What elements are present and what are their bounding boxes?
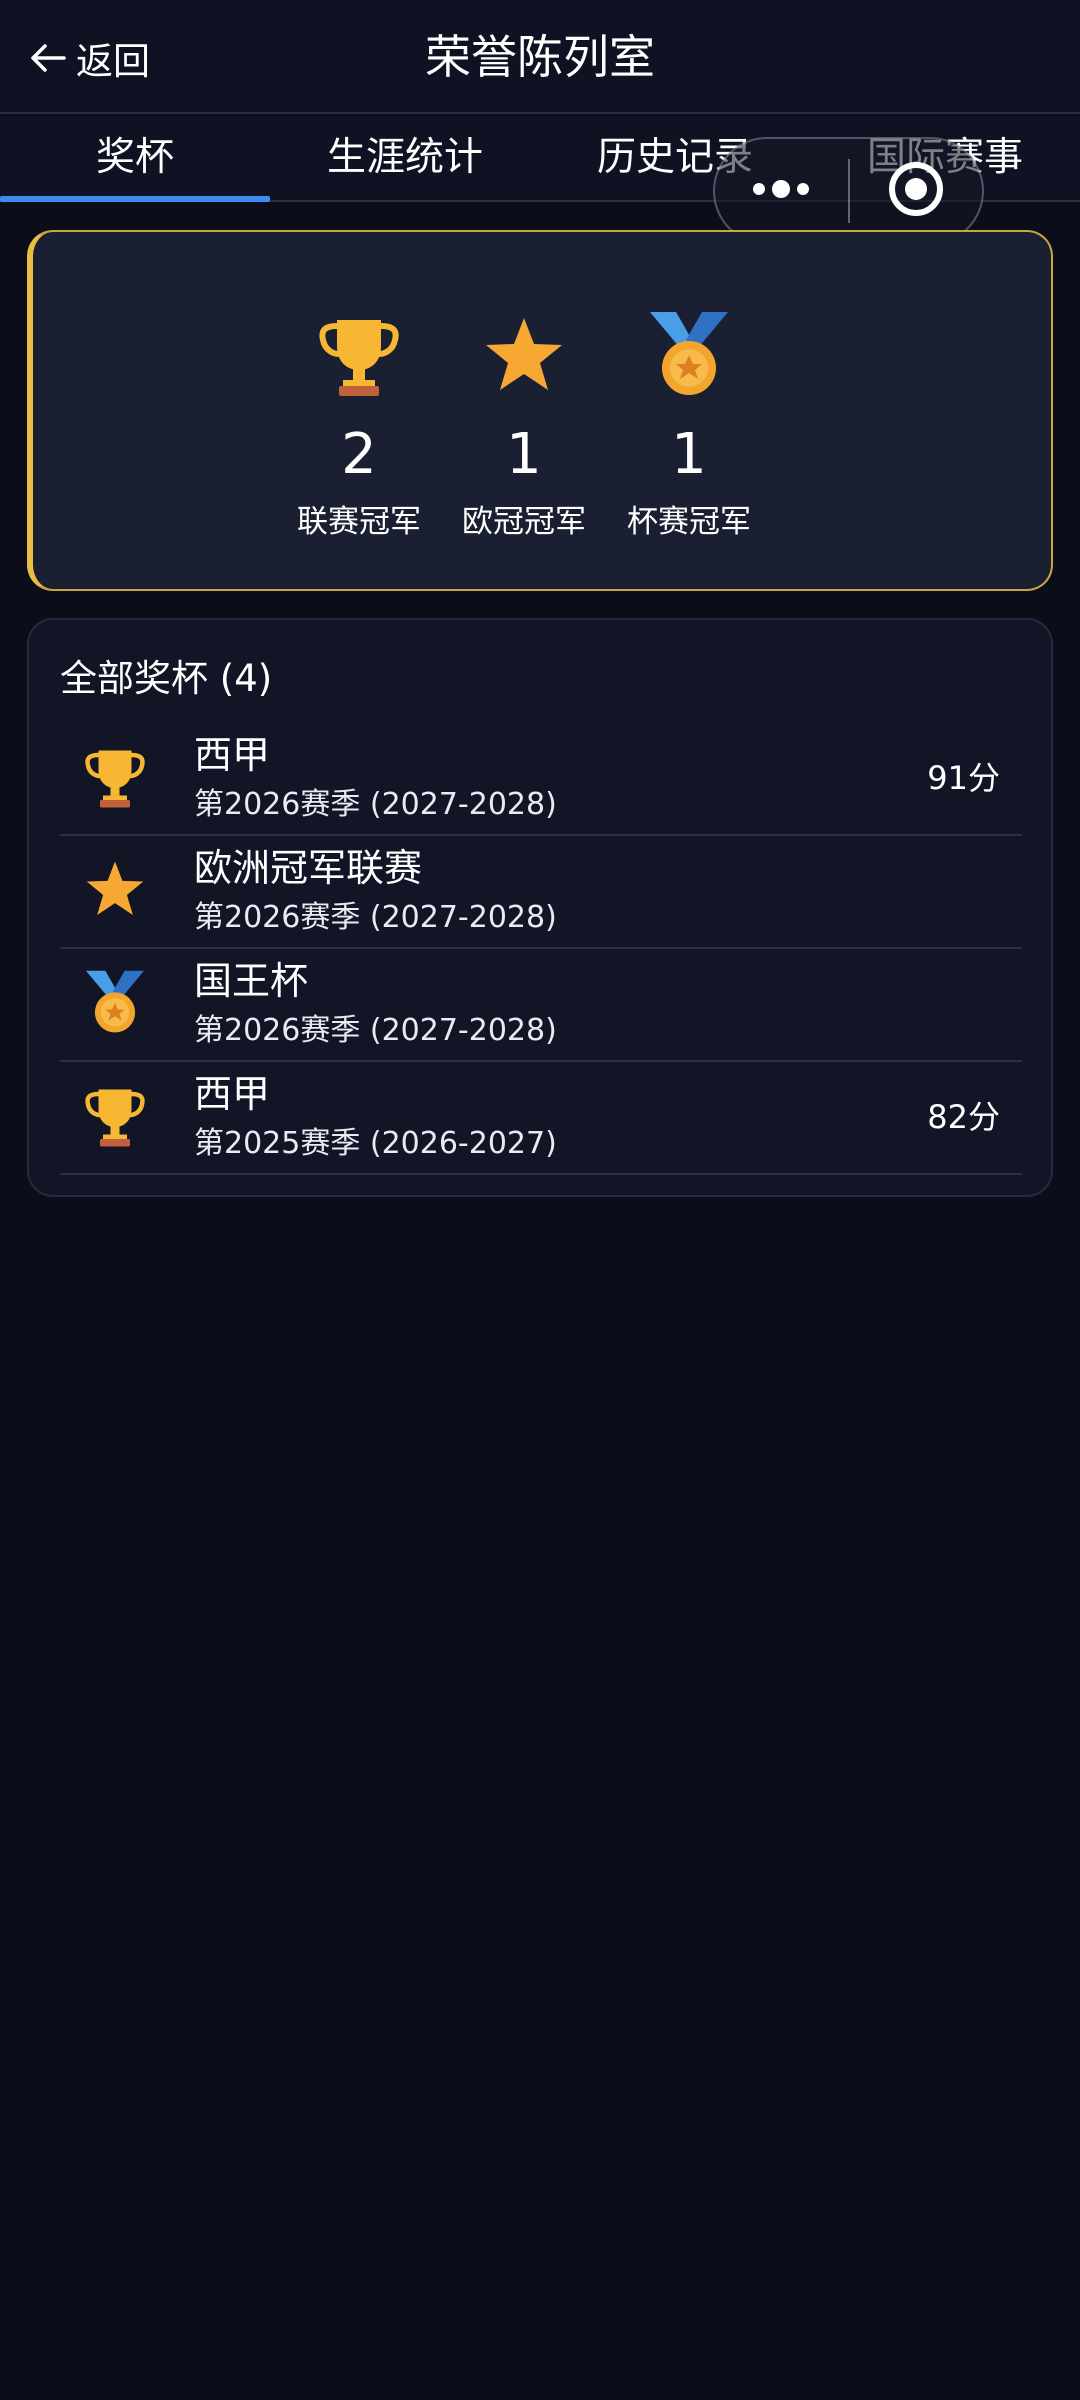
trophy-name: 国王杯: [194, 959, 309, 1003]
trophy-icon: [315, 310, 403, 402]
miniprogram-capsule: [713, 137, 984, 245]
tab-trophies[interactable]: 奖杯: [0, 116, 270, 202]
more-button[interactable]: [715, 139, 848, 243]
star-icon: [481, 312, 567, 402]
star-icon: [83, 857, 147, 925]
trophy-name: 欧洲冠军联赛: [194, 846, 423, 890]
trophy-name: 西甲: [194, 733, 271, 777]
league-title-label: 联赛冠军: [297, 504, 421, 540]
trophy-season: 第2025赛季 (2026-2027): [194, 1126, 557, 1161]
trophy-points: 82分: [927, 1098, 1000, 1136]
trophy-season: 第2026赛季 (2027-2028): [194, 1013, 557, 1048]
league-title-count: 2: [341, 422, 377, 487]
trophy-row[interactable]: 西甲 第2025赛季 (2026-2027) 82分: [60, 1063, 1022, 1175]
trophy-icon: [82, 1082, 148, 1152]
ucl-title-label: 欧冠冠军: [462, 504, 586, 540]
trophy-icon: [82, 743, 148, 813]
summary-league: 2 联赛冠军: [274, 232, 444, 542]
trophy-season: 第2026赛季 (2027-2028): [194, 900, 557, 935]
tab-career-stats[interactable]: 生涯统计: [270, 116, 540, 200]
trophy-list-card: 全部奖杯 (4) 西甲 第2026赛季 (2027-2028) 91分 欧洲冠军…: [27, 618, 1053, 1197]
page-title: 荣誉陈列室: [425, 30, 655, 84]
trophy-season: 第2026赛季 (2027-2028): [194, 787, 557, 822]
medal-icon: [83, 969, 147, 1039]
trophy-row[interactable]: 欧洲冠军联赛 第2026赛季 (2027-2028): [60, 837, 1022, 949]
cup-title-label: 杯赛冠军: [627, 504, 751, 540]
trophy-row[interactable]: 国王杯 第2026赛季 (2027-2028): [60, 950, 1022, 1062]
close-miniprogram-button[interactable]: [850, 139, 983, 243]
more-dots-icon: [751, 179, 811, 203]
medal-icon: [646, 310, 732, 402]
trophy-row[interactable]: 西甲 第2026赛季 (2027-2028) 91分: [60, 724, 1022, 836]
summary-ucl: 1 欧冠冠军: [439, 232, 609, 542]
ucl-title-count: 1: [506, 422, 542, 487]
cup-title-count: 1: [671, 422, 707, 487]
header-bar: 返回 荣誉陈列室: [0, 0, 1080, 114]
honor-summary-card: 2 联赛冠军 1 欧冠冠军 1 杯赛冠军: [27, 230, 1053, 591]
trophy-list-title: 全部奖杯 (4): [60, 657, 273, 700]
target-circle-icon: [887, 160, 945, 222]
summary-cup: 1 杯赛冠军: [604, 232, 774, 542]
trophy-name: 西甲: [194, 1072, 271, 1116]
trophy-points: 91分: [927, 759, 1000, 797]
